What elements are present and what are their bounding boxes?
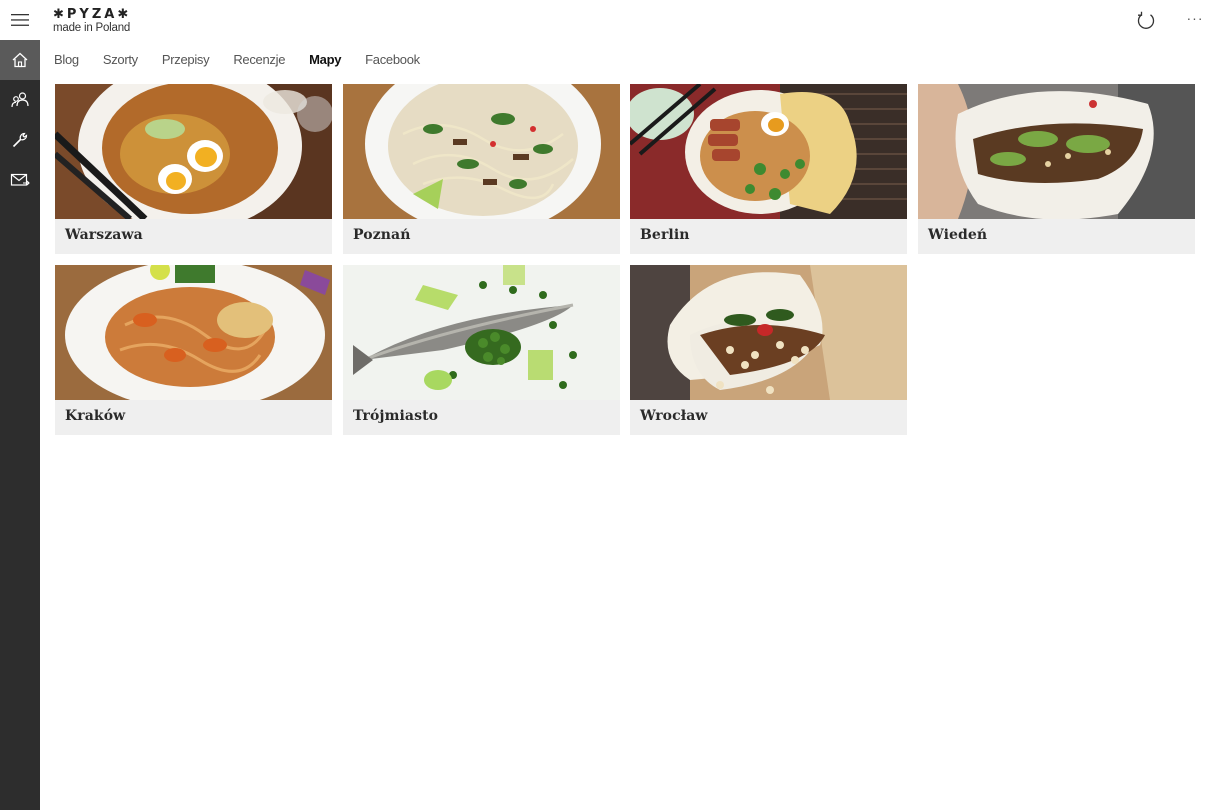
refresh-icon (1137, 11, 1155, 29)
tile-label: Berlin (640, 227, 690, 243)
wrench-icon (12, 132, 28, 148)
tile-label: Kraków (65, 408, 126, 424)
tab-bar: Blog Szorty Przepisy Recenzje Mapy Faceb… (54, 52, 444, 67)
app-logo: ✱PYZA✱ made in Poland (53, 8, 131, 34)
people-icon (11, 92, 29, 108)
tile-poznan[interactable]: Poznań (343, 84, 620, 254)
tile-label: Wiedeń (928, 227, 988, 243)
tile-label: Warszawa (65, 227, 143, 243)
tile-berlin[interactable]: Berlin (630, 84, 907, 254)
tile-image (55, 84, 332, 219)
refresh-button[interactable] (1133, 8, 1159, 34)
hamburger-icon (11, 14, 29, 26)
nav-mail-button[interactable] (0, 160, 40, 200)
tile-image (343, 265, 620, 400)
tile-krakow[interactable]: Kraków (55, 265, 332, 435)
logo-wordmark: ✱PYZA✱ (53, 7, 132, 22)
tile-label: Trójmiasto (353, 408, 439, 424)
more-options-button[interactable]: ··· (1182, 10, 1208, 30)
tab-szorty[interactable]: Szorty (103, 52, 138, 67)
tile-image (55, 265, 332, 400)
hamburger-menu-button[interactable] (0, 0, 40, 40)
tile-warszawa[interactable]: Warszawa (55, 84, 332, 254)
tile-wieden[interactable]: Wiedeń (918, 84, 1195, 254)
tile-image (630, 84, 907, 219)
tab-facebook[interactable]: Facebook (365, 52, 420, 67)
tile-label: Poznań (353, 227, 411, 243)
tab-mapy[interactable]: Mapy (309, 52, 341, 67)
home-icon (12, 52, 28, 68)
tab-recenzje[interactable]: Recenzje (233, 52, 285, 67)
tile-label: Wrocław (640, 408, 708, 424)
tile-wroclaw[interactable]: Wrocław (630, 265, 907, 435)
logo-tagline: made in Poland (53, 22, 131, 34)
tile-image (630, 265, 907, 400)
tile-image (343, 84, 620, 219)
tab-przepisy[interactable]: Przepisy (162, 52, 210, 67)
mail-icon (10, 173, 30, 186)
tile-trojmiasto[interactable]: Trójmiasto (343, 265, 620, 435)
nav-home-button[interactable] (0, 40, 40, 80)
tile-image (918, 84, 1195, 219)
nav-people-button[interactable] (0, 80, 40, 120)
nav-tools-button[interactable] (0, 120, 40, 160)
tab-blog[interactable]: Blog (54, 52, 79, 67)
